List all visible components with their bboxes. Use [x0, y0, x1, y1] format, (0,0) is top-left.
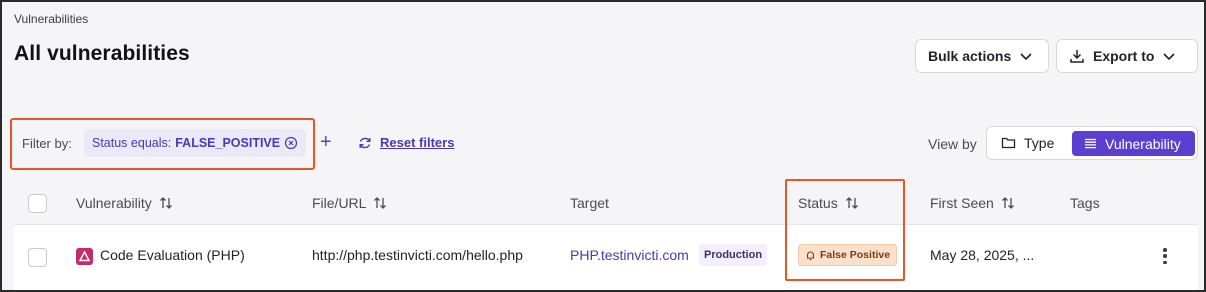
table-row[interactable]: Code Evaluation (PHP) http://php.testinv…	[14, 226, 1198, 290]
export-button[interactable]: Export to	[1056, 39, 1198, 73]
column-header-tags: Tags	[1070, 195, 1100, 211]
target-link[interactable]: PHP.testinvicti.com	[570, 247, 689, 263]
filter-bar: Filter by: Status equals: FALSE_POSITIVE…	[2, 114, 1204, 172]
status-badge-label: False Positive	[820, 249, 891, 261]
refresh-icon	[359, 137, 371, 148]
first-seen-cell: May 28, 2025, ...	[930, 247, 1035, 263]
column-vulnerability-label: Vulnerability	[76, 195, 152, 211]
status-filter-chip[interactable]: Status equals: FALSE_POSITIVE	[84, 129, 306, 157]
status-badge: False Positive	[798, 244, 898, 266]
chip-prefix: Status equals:	[92, 136, 172, 150]
table-header: Vulnerability File/URL Target Status Fir…	[14, 182, 1198, 225]
view-by-toggle: Type Vulnerability	[986, 126, 1198, 160]
page-title: All vulnerabilities	[14, 42, 190, 65]
bulk-actions-button[interactable]: Bulk actions	[915, 39, 1049, 73]
select-all-checkbox[interactable]	[28, 194, 47, 213]
view-by-vulnerability-option[interactable]: Vulnerability	[1072, 131, 1195, 156]
column-status-label: Status	[798, 195, 838, 211]
reset-filters-label: Reset filters	[380, 135, 455, 150]
sort-icon	[374, 197, 387, 209]
view-by-type-label: Type	[1024, 135, 1055, 151]
row-checkbox[interactable]	[28, 248, 47, 267]
bulk-actions-label: Bulk actions	[928, 48, 1012, 64]
sort-icon	[1001, 197, 1014, 209]
chevron-down-icon	[1020, 53, 1032, 61]
list-icon	[1085, 138, 1096, 149]
column-header-status[interactable]: Status	[798, 195, 859, 211]
vulnerability-name-link[interactable]: Code Evaluation (PHP)	[100, 247, 245, 263]
export-label: Export to	[1093, 48, 1155, 64]
close-circle-icon[interactable]	[284, 136, 298, 150]
app-frame: Vulnerabilities All vulnerabilities Bulk…	[0, 0, 1206, 292]
filter-by-label: Filter by:	[22, 136, 72, 151]
column-header-first-seen[interactable]: First Seen	[930, 195, 1015, 211]
sort-icon	[159, 197, 172, 209]
download-icon	[1070, 50, 1084, 63]
row-actions-menu-icon[interactable]	[1161, 246, 1169, 266]
critical-severity-icon	[76, 248, 93, 265]
chevron-down-icon	[1163, 53, 1176, 61]
column-tags-label: Tags	[1070, 195, 1100, 211]
column-header-target: Target	[570, 195, 609, 211]
column-first-seen-label: First Seen	[930, 195, 994, 211]
breadcrumb[interactable]: Vulnerabilities	[14, 12, 88, 26]
folder-icon	[1001, 137, 1016, 149]
vulnerabilities-table: Vulnerability File/URL Target Status Fir…	[14, 182, 1198, 290]
column-header-file-url[interactable]: File/URL	[312, 195, 387, 211]
column-target-label: Target	[570, 195, 609, 211]
view-by-type-option[interactable]: Type	[1001, 135, 1054, 151]
environment-tag: Production	[699, 244, 768, 266]
column-file-url-label: File/URL	[312, 195, 367, 211]
reset-filters-link[interactable]: Reset filters	[358, 135, 454, 150]
sort-icon	[845, 197, 858, 209]
add-filter-button[interactable]: +	[320, 132, 332, 152]
view-by-vulnerability-label: Vulnerability	[1105, 135, 1181, 152]
chip-value: FALSE_POSITIVE	[175, 136, 281, 150]
bell-icon	[806, 251, 815, 260]
view-by-label: View by	[928, 136, 977, 152]
file-url-cell: http://php.testinvicti.com/hello.php	[312, 247, 523, 263]
column-header-vulnerability[interactable]: Vulnerability	[76, 195, 173, 211]
